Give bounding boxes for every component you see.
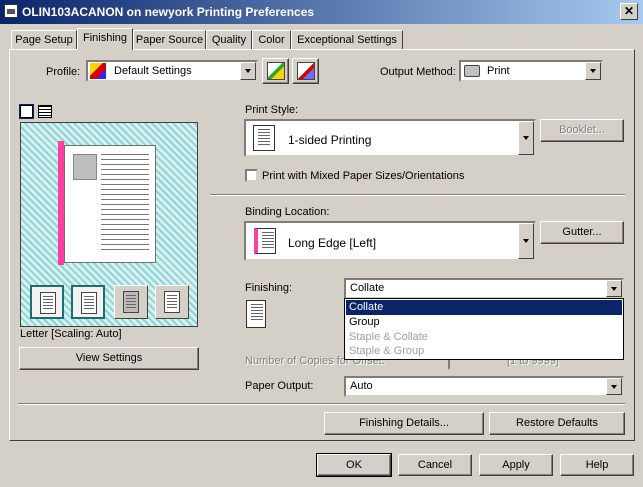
close-button[interactable]: ✕: [620, 3, 638, 20]
finishing-option-group[interactable]: Group: [346, 315, 622, 330]
section-divider: [210, 194, 625, 196]
collate-stack-icon: [40, 292, 56, 314]
staple-finishing-button[interactable]: [114, 285, 148, 319]
window-title: OLIN103ACANON on newyork Printing Prefer…: [22, 5, 315, 19]
finishing-dropdown-list: Collate Group Staple & Collate Staple & …: [344, 298, 624, 360]
chevron-down-icon[interactable]: [585, 62, 601, 80]
profile-select[interactable]: Default Settings: [86, 60, 258, 82]
tab-paper-source[interactable]: Paper Source: [133, 30, 206, 49]
tab-page-setup[interactable]: Page Setup: [11, 30, 77, 49]
paper-output-value: Auto: [350, 380, 373, 392]
tab-color[interactable]: Color: [252, 30, 291, 49]
print-style-label: Print Style:: [245, 104, 299, 116]
binding-location-label: Binding Location:: [245, 206, 330, 218]
booklet-button[interactable]: Booklet...: [540, 119, 624, 142]
binding-location-value: Long Edge [Left]: [288, 236, 377, 250]
finishing-value: Collate: [350, 282, 385, 294]
mixed-sizes-label: Print with Mixed Paper Sizes/Orientation…: [262, 170, 465, 182]
view-settings-button[interactable]: View Settings: [19, 347, 199, 370]
preview-page: [64, 145, 156, 263]
group-stack-icon: [81, 292, 97, 314]
print-style-value: 1-sided Printing: [288, 133, 372, 147]
group-finishing-button[interactable]: [71, 285, 105, 319]
chevron-down-icon[interactable]: [606, 280, 622, 297]
title-bar: OLIN103ACANON on newyork Printing Prefer…: [0, 0, 643, 24]
profile-value: Default Settings: [114, 65, 192, 77]
bottom-divider: [18, 403, 625, 405]
printer-icon: [464, 65, 480, 77]
tab-finishing[interactable]: Finishing: [77, 28, 133, 50]
gutter-button[interactable]: Gutter...: [540, 221, 624, 244]
print-style-select[interactable]: 1-sided Printing: [244, 119, 536, 157]
binding-location-select[interactable]: Long Edge [Left]: [244, 221, 536, 261]
chevron-down-icon[interactable]: [518, 223, 534, 259]
page-view-icon[interactable]: [19, 104, 34, 119]
output-method-label: Output Method:: [380, 66, 456, 78]
paper-output-label: Paper Output:: [245, 380, 314, 392]
image-placeholder-icon: [73, 154, 97, 180]
offset-icon: [164, 291, 180, 313]
offset-finishing-button[interactable]: [155, 285, 189, 319]
edit-profile-icon: [297, 62, 315, 80]
finishing-option-collate[interactable]: Collate: [346, 300, 622, 315]
text-lines: [101, 154, 149, 254]
ok-button[interactable]: OK: [316, 453, 392, 477]
chevron-down-icon[interactable]: [606, 378, 622, 395]
cancel-button[interactable]: Cancel: [398, 454, 472, 476]
mixed-sizes-checkbox[interactable]: [245, 169, 258, 182]
staple-icon: [123, 291, 139, 313]
tab-exceptional-settings[interactable]: Exceptional Settings: [291, 30, 403, 49]
add-profile-button[interactable]: [262, 58, 289, 84]
tab-quality[interactable]: Quality: [206, 30, 252, 49]
preview-caption: Letter [Scaling: Auto]: [20, 328, 122, 340]
finishing-option-staple-collate[interactable]: Staple & Collate: [346, 330, 622, 345]
help-button[interactable]: Help: [560, 454, 634, 476]
finishing-label: Finishing:: [245, 282, 293, 294]
chevron-down-icon[interactable]: [240, 62, 256, 80]
output-method-select[interactable]: Print: [459, 60, 603, 82]
collate-finishing-button[interactable]: [30, 285, 64, 319]
profile-icon: [90, 63, 106, 79]
add-profile-icon: [267, 62, 285, 80]
finishing-option-staple-group[interactable]: Staple & Group: [346, 344, 622, 359]
one-sided-page-icon: [253, 125, 275, 151]
finishing-details-button[interactable]: Finishing Details...: [324, 412, 484, 435]
printer-view-icon[interactable]: [38, 105, 52, 118]
output-method-value: Print: [487, 65, 510, 77]
chevron-down-icon[interactable]: [518, 121, 534, 155]
profile-label: Profile:: [46, 66, 81, 78]
printer-app-icon: [4, 4, 18, 18]
apply-button[interactable]: Apply: [479, 454, 553, 476]
edit-profile-button[interactable]: [292, 58, 319, 84]
restore-defaults-button[interactable]: Restore Defaults: [489, 412, 625, 435]
page-preview: [20, 122, 198, 327]
collate-stack-icon: [246, 300, 266, 328]
paper-output-select[interactable]: Auto: [344, 376, 624, 397]
long-edge-binding-icon: [254, 228, 276, 254]
finishing-select[interactable]: Collate: [344, 278, 624, 299]
